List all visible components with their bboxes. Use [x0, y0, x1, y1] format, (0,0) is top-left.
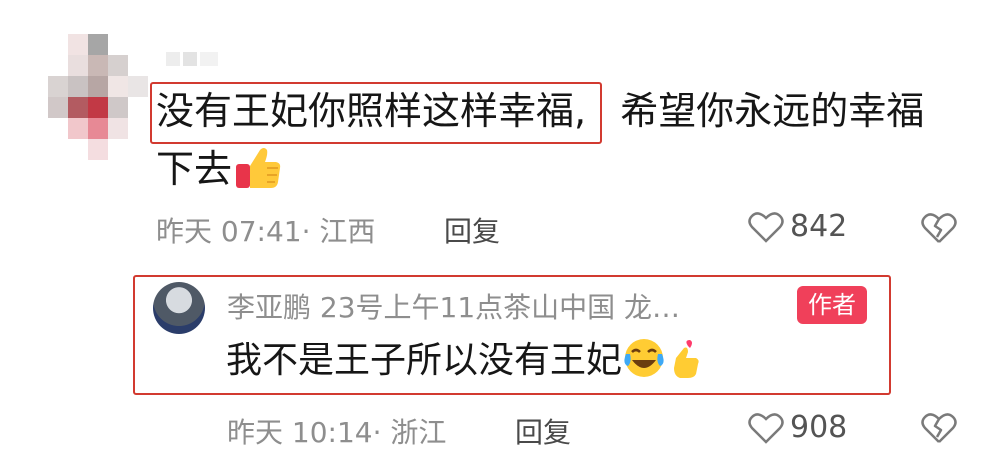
comment-text-rest: 希望你永远的幸福 — [620, 89, 925, 133]
commenter-avatar[interactable] — [48, 34, 148, 164]
comment-reply-button[interactable]: 回复 — [444, 210, 500, 250]
comment-thread: 没有王妃你照样这样幸福, 希望你永远的幸福 下去 昨天 07:41· 江西 回复… — [0, 0, 1000, 467]
thumbs-up-icon — [234, 144, 282, 190]
reply-body: 我不是王子所以没有王妃 — [226, 336, 710, 385]
reply-author-avatar[interactable] — [153, 282, 205, 334]
heart-icon — [748, 211, 784, 243]
comment-highlight-box — [150, 82, 602, 144]
comment-text-line2: 下去 — [156, 147, 233, 191]
comment-like-button[interactable]: 842 — [748, 209, 847, 244]
commenter-name-redacted[interactable] — [166, 52, 226, 68]
finger-heart-icon — [666, 336, 710, 380]
reply-text: 我不是王子所以没有王妃 — [226, 340, 623, 381]
reply-author-name[interactable]: 李亚鹏 23号上午11点茶山中国 龙… — [227, 286, 680, 326]
comment-meta: 昨天 07:41· 江西 — [156, 215, 376, 248]
reply-like-count: 908 — [790, 410, 848, 445]
broken-heart-icon[interactable] — [921, 411, 957, 445]
heart-icon — [748, 412, 784, 444]
broken-heart-icon[interactable] — [921, 211, 957, 245]
reply-reply-button[interactable]: 回复 — [515, 411, 571, 451]
reply-meta: 昨天 10:14· 浙江 — [227, 416, 447, 449]
comment-like-count: 842 — [790, 209, 848, 244]
author-badge: 作者 — [797, 286, 867, 324]
laughing-crying-icon — [622, 336, 666, 380]
reply-like-button[interactable]: 908 — [748, 410, 847, 445]
